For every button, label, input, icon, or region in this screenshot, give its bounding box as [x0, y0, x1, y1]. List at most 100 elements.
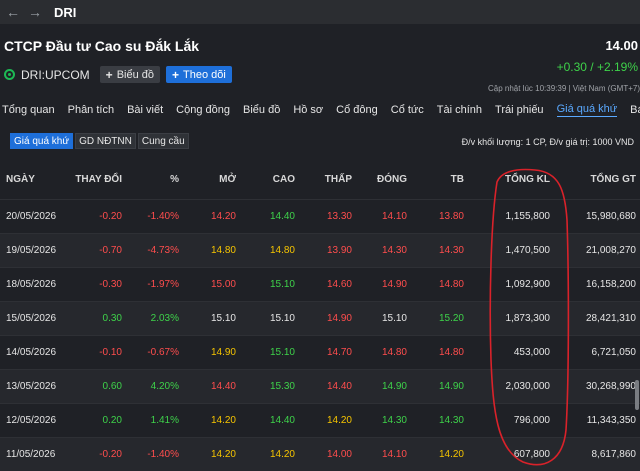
chart-button-label: Biểu đồ	[116, 68, 154, 81]
header-total-volume[interactable]: TỔNG KL	[470, 160, 550, 199]
cell-total-volume: 1,470,500	[505, 245, 551, 256]
cell-close: 14.30	[381, 415, 407, 426]
header-low[interactable]: THẤP	[306, 160, 352, 199]
chart-button[interactable]: + Biểu đồ	[99, 66, 160, 83]
cell-average: 14.90	[438, 381, 464, 392]
cell-average: 15.20	[438, 313, 464, 324]
cell-open: 14.20	[210, 211, 236, 222]
tab-historical-price[interactable]: Giá quá khứ	[556, 103, 618, 117]
cell-change: -0.20	[99, 211, 122, 222]
cell-close: 14.30	[381, 245, 407, 256]
cell-total-volume: 796,000	[513, 415, 550, 426]
header-change[interactable]: THAY ĐỔI	[60, 160, 122, 199]
stock-tabs: Tổng quan Phân tích Bài viết Cộng đồng B…	[0, 100, 640, 120]
tab-community[interactable]: Cộng đồng	[176, 104, 230, 116]
price-history-table: NGÀY THAY ĐỔI % MỞ CAO THẤP ĐÓNG TB TỔNG…	[0, 160, 640, 471]
cell-total-value: 28,421,310	[585, 313, 636, 324]
tab-overview[interactable]: Tổng quan	[2, 104, 55, 116]
cell-low: 14.20	[326, 415, 352, 426]
cell-open: 15.10	[210, 313, 236, 324]
cell-low: 14.70	[326, 347, 352, 358]
follow-button[interactable]: + Theo dõi	[166, 66, 232, 83]
cell-low: 14.90	[326, 313, 352, 324]
cell-average: 14.80	[438, 279, 464, 290]
table-row[interactable]: 14/05/2026 -0.10 -0.67% 14.90 15.10 14.70 14.8…	[0, 336, 640, 370]
arrow-left-icon[interactable]: ←	[6, 4, 20, 20]
cell-percent: -4.73%	[147, 245, 179, 256]
subtab-supply-demand[interactable]: Cung cầu	[137, 133, 189, 149]
cell-high: 14.80	[269, 245, 295, 256]
cell-low: 14.00	[326, 449, 352, 460]
cell-high: 15.10	[269, 347, 295, 358]
follow-button-label: Theo dõi	[183, 68, 226, 81]
scrollbar-thumb[interactable]	[635, 380, 639, 410]
cell-percent: -1.40%	[147, 211, 179, 222]
subtab-foreign-trading[interactable]: GD NĐTNN	[75, 133, 136, 149]
unit-note: Đ/v khối lượng: 1 CP, Đ/v giá trị: 1000 …	[461, 137, 634, 147]
table-row[interactable]: 18/05/2026 -0.30 -1.97% 15.00 15.10 14.60 14.9…	[0, 268, 640, 302]
update-time: Cập nhật lúc 10:39:39 | Việt Nam (GMT+7)	[487, 84, 640, 93]
cell-average: 14.30	[438, 245, 464, 256]
cell-close: 14.90	[381, 381, 407, 392]
cell-open: 14.90	[210, 347, 236, 358]
cell-high: 15.10	[269, 313, 295, 324]
tab-dividends[interactable]: Cổ tức	[391, 104, 424, 116]
cell-total-value: 21,008,270	[585, 245, 636, 256]
cell-total-volume: 2,030,000	[505, 381, 551, 392]
header-high[interactable]: CAO	[248, 160, 295, 199]
cell-total-value: 11,343,350	[586, 415, 636, 426]
tab-chart[interactable]: Biểu đồ	[243, 104, 280, 116]
header-percent[interactable]: %	[124, 160, 179, 199]
cell-close: 14.90	[381, 279, 407, 290]
table-row[interactable]: 12/05/2026 0.20 1.41% 14.20 14.40 14.20 14.30 1…	[0, 404, 640, 438]
header-total-value[interactable]: TỔNG GT	[550, 160, 636, 199]
table-header: NGÀY THAY ĐỔI % MỞ CAO THẤP ĐÓNG TB TỔNG…	[0, 160, 640, 200]
plus-icon: +	[105, 67, 113, 82]
cell-close: 14.80	[381, 347, 407, 358]
cell-low: 13.90	[326, 245, 352, 256]
cell-open: 14.40	[210, 381, 236, 392]
subtabs: Giá quá khứ GD NĐTNN Cung cầu	[10, 133, 189, 149]
header-close[interactable]: ĐÓNG	[362, 160, 407, 199]
cell-change: -0.10	[99, 347, 122, 358]
table-row[interactable]: 19/05/2026 -0.70 -4.73% 14.80 14.80 13.90 14.3…	[0, 234, 640, 268]
company-name: CTCP Đầu tư Cao su Đắk Lắk	[4, 38, 200, 54]
tab-bonds[interactable]: Trái phiếu	[495, 104, 544, 116]
price-change: +0.30 / +2.19%	[556, 60, 638, 74]
ticker-row: DRI:UPCOM + Biểu đồ + Theo dõi	[4, 66, 232, 83]
cell-total-value: 16,158,200	[585, 279, 636, 290]
cell-average: 14.20	[438, 449, 464, 460]
tab-finance[interactable]: Tài chính	[437, 104, 482, 116]
plus-icon: +	[172, 67, 180, 82]
table-row[interactable]: 11/05/2026 -0.20 -1.40% 14.20 14.20 14.00 14.1…	[0, 438, 640, 471]
cell-percent: 2.03%	[150, 313, 179, 324]
cell-change: -0.70	[99, 245, 122, 256]
table-body: 20/05/2026 -0.20 -1.40% 14.20 14.40 13.30 14.1…	[0, 200, 640, 471]
table-row[interactable]: 15/05/2026 0.30 2.03% 15.10 15.10 14.90 15.10 1…	[0, 302, 640, 336]
tab-reports[interactable]: Báo cáo	[630, 104, 640, 116]
cell-low: 14.40	[326, 381, 352, 392]
arrow-right-icon[interactable]: →	[28, 4, 42, 20]
cell-change: -0.30	[99, 279, 122, 290]
cell-percent: -1.40%	[147, 449, 179, 460]
header-average[interactable]: TB	[420, 160, 464, 199]
cell-high: 14.40	[269, 415, 295, 426]
ticker-status-icon	[4, 69, 15, 80]
tab-shareholders[interactable]: Cổ đông	[336, 104, 378, 116]
stock-header: CTCP Đầu tư Cao su Đắk Lắk DRI:UPCOM + B…	[0, 24, 640, 100]
tab-analysis[interactable]: Phân tích	[68, 104, 114, 116]
table-row[interactable]: 13/05/2026 0.60 4.20% 14.40 15.30 14.40 14.90 1…	[0, 370, 640, 404]
cell-change: 0.60	[102, 381, 122, 392]
header-open[interactable]: MỞ	[190, 160, 236, 199]
cell-total-volume: 1,092,900	[505, 279, 551, 290]
cell-high: 15.10	[269, 279, 295, 290]
cell-open: 14.20	[210, 449, 236, 460]
table-row[interactable]: 20/05/2026 -0.20 -1.40% 14.20 14.40 13.30 14.1…	[0, 200, 640, 234]
cell-change: -0.20	[99, 449, 122, 460]
cell-percent: 1.41%	[150, 415, 179, 426]
cell-total-value: 15,980,680	[585, 211, 636, 222]
subtab-historical-price[interactable]: Giá quá khứ	[10, 133, 74, 149]
tab-articles[interactable]: Bài viết	[127, 104, 163, 116]
tab-profile[interactable]: Hồ sơ	[293, 104, 323, 116]
cell-total-volume: 607,800	[513, 449, 550, 460]
